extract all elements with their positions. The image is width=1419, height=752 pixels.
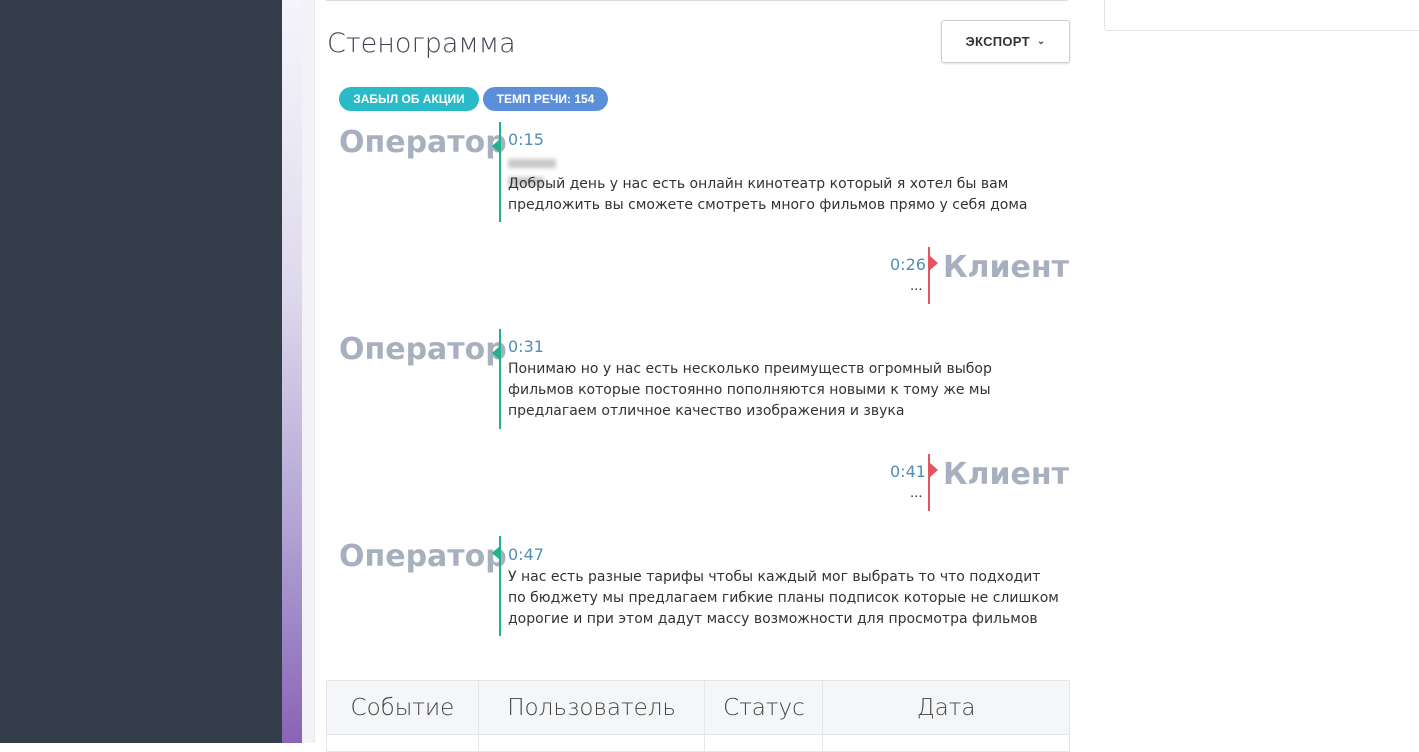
operator-message: Добрый день у нас есть онлайн кинотеатр … (508, 174, 1028, 216)
message-timestamp[interactable]: 0:47 (508, 545, 544, 564)
client-message: ... (910, 484, 923, 501)
right-panel-card (1104, 0, 1419, 31)
client-message: ... (910, 277, 923, 294)
table-cell (823, 735, 1069, 751)
speaker-client: Клиент (943, 457, 1069, 492)
table-cell (479, 735, 706, 751)
table-cell (327, 735, 479, 751)
operator-marker-arrow (492, 346, 500, 360)
message-line: дорогие и при этом дадут массу возможнос… (508, 611, 1038, 627)
column-header-date[interactable]: Дата (823, 681, 1069, 734)
speaker-operator: Оператор (339, 332, 507, 367)
events-table: Событие Пользователь Статус Дата (326, 680, 1070, 752)
message-line: У нас есть разные тарифы чтобы каждый мо… (508, 569, 1041, 585)
message-timestamp[interactable]: 0:15 (508, 130, 544, 149)
message-line: Добрый день у нас есть онлайн кинотеатр … (508, 176, 1009, 192)
column-header-event[interactable]: Событие (327, 681, 479, 734)
export-button[interactable]: ЭКСПОРТ ⌄ (941, 20, 1070, 63)
table-header-row: Событие Пользователь Статус Дата (327, 681, 1069, 735)
client-marker-arrow (929, 255, 938, 271)
tag-speech-rate[interactable]: ТЕМП РЕЧИ: 154 (483, 87, 608, 111)
column-header-status[interactable]: Статус (705, 681, 824, 734)
transcript-title: Стенограмма (327, 28, 516, 59)
export-button-label: ЭКСПОРТ (965, 34, 1030, 49)
speaker-client: Клиент (943, 250, 1069, 285)
column-header-user[interactable]: Пользователь (479, 681, 706, 734)
operator-marker-line (499, 122, 501, 222)
message-line: Понимаю но у нас есть несколько преимуще… (508, 361, 992, 377)
operator-marker-arrow (492, 139, 500, 153)
message-line: по бюджету мы предлагаем гибкие планы по… (508, 590, 1059, 606)
left-sidebar (0, 0, 282, 743)
message-timestamp[interactable]: 0:41 (890, 462, 926, 481)
client-marker-arrow (929, 462, 938, 478)
redacted-text (508, 155, 602, 186)
sidebar-edge (302, 0, 315, 743)
chevron-down-icon: ⌄ (1036, 36, 1046, 47)
table-row (327, 735, 1069, 751)
tag-forgot-promo[interactable]: ЗАБЫЛ ОБ АКЦИИ (339, 87, 479, 111)
operator-message: У нас есть разные тарифы чтобы каждый мо… (508, 567, 1059, 630)
speaker-operator: Оператор (339, 125, 507, 160)
sidebar-gradient-panel (282, 0, 302, 743)
message-line: фильмов которые постоянно пополняются но… (508, 382, 991, 398)
message-timestamp[interactable]: 0:31 (508, 337, 544, 356)
message-line: предложить вы сможете смотреть много фил… (508, 197, 1028, 213)
table-cell (705, 735, 824, 751)
operator-marker-arrow (492, 546, 500, 560)
message-line: предлагаем отличное качество изображения… (508, 403, 905, 419)
message-timestamp[interactable]: 0:26 (890, 255, 926, 274)
speaker-operator: Оператор (339, 539, 507, 574)
operator-message: Понимаю но у нас есть несколько преимуще… (508, 359, 992, 422)
top-divider (326, 0, 1068, 1)
operator-marker-line (499, 329, 501, 429)
